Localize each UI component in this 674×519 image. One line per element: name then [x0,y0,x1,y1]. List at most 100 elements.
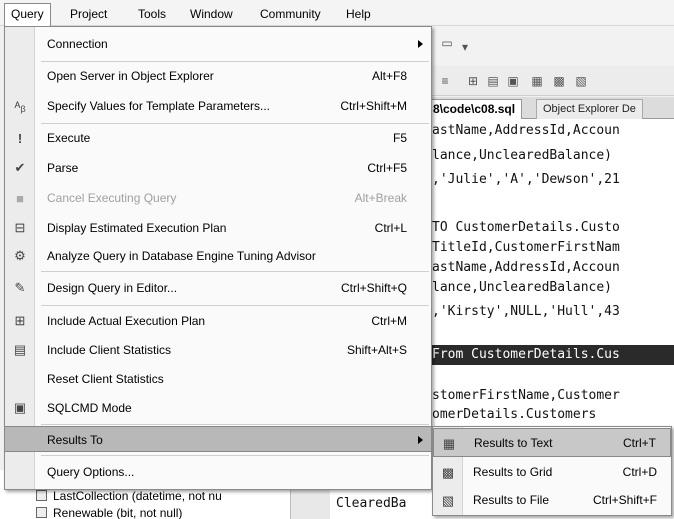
menu-separator [41,424,429,425]
menu-item-results-to-grid[interactable]: ▩ Results to Grid Ctrl+D [433,458,671,487]
menu-item-shortcut: Ctrl+F5 [367,161,407,175]
menu-item-results-to[interactable]: Results To [5,426,431,452]
results-grid-toolbar-icon[interactable]: ▩ [550,72,568,90]
menu-item-label: Display Estimated Execution Plan [47,221,227,235]
tab-object-explorer-details[interactable]: Object Explorer De [536,99,643,119]
menu-item-label: Reset Client Statistics [47,372,164,386]
menu-item-reset-client-statistics[interactable]: Reset Client Statistics [5,366,431,392]
toolbar-standard: ▭ ▾ [432,26,674,66]
menu-community[interactable]: Community [254,4,327,24]
submenu-arrow-icon [418,436,423,444]
execution-plan-icon: ⊟ [14,220,26,235]
code-line: lance,UnclearedBalance) [432,280,613,295]
code-line: ,'Julie','A','Dewson',21 [432,172,620,187]
toolbar-window-icon[interactable]: ▭ [438,34,456,52]
code-line: TO CustomerDetails.Custo [432,220,620,235]
menu-separator [41,455,429,456]
menu-item-sqlcmd-mode[interactable]: ▣ SQLCMD Mode [5,395,431,421]
menu-item-shortcut: Ctrl+Shift+M [340,99,407,113]
tree-item-label: Renewable (bit, not null) [53,506,183,519]
submenu-arrow-icon [418,40,423,48]
tuning-advisor-icon: ⚙ [14,248,26,263]
menu-item-display-estimated-plan[interactable]: ⊟ Display Estimated Execution Plan Ctrl+… [5,215,431,241]
parse-check-icon: ✔ [14,160,26,175]
menu-item-label: Execute [47,131,91,145]
menu-item-shortcut: F5 [392,131,407,145]
menu-item-label: Results to File [473,493,550,507]
menu-item-specify-template-values[interactable]: ᴬᵦ Specify Values for Template Parameter… [5,93,431,119]
code-line: ,'Kirsty',NULL,'Hull',43 [432,304,620,319]
menu-item-label: Specify Values for Template Parameters..… [47,99,270,113]
template-params-toolbar-icon[interactable]: ≡ [436,72,454,90]
toolbar-sql-editor: ≡ ⊞ ▤ ▣ ▦ ▩ ▧ [432,66,674,96]
template-params-icon: ᴬᵦ [14,98,26,114]
menu-item-label: SQLCMD Mode [47,401,132,415]
menu-item-connection[interactable]: Connection [5,31,431,57]
menu-item-label: Include Client Statistics [47,343,172,357]
results-text-toolbar-icon[interactable]: ▦ [528,72,546,90]
menu-item-include-actual-plan[interactable]: ⊞ Include Actual Execution Plan Ctrl+M [5,308,431,334]
code-line: lance,UnclearedBalance) [432,148,613,163]
menu-tools[interactable]: Tools [132,4,172,24]
execute-icon: ! [17,130,23,146]
results-to-submenu: ▦ Results to Text Ctrl+T ▩ Results to Gr… [432,426,672,516]
code-line: astName,AddressId,Accoun [432,260,620,275]
menu-project[interactable]: Project [64,4,113,24]
menu-window[interactable]: Window [184,4,239,24]
menu-item-shortcut: Ctrl+Shift+Q [340,281,407,295]
actual-plan-icon: ⊞ [14,313,26,328]
stop-icon: ■ [16,190,24,206]
menu-item-analyze-tuning-advisor[interactable]: ⚙ Analyze Query in Database Engine Tunin… [5,243,431,269]
menu-item-execute[interactable]: ! Execute F5 [5,125,431,151]
menu-item-label: Parse [47,161,79,175]
menu-item-include-client-statistics[interactable]: ▤ Include Client Statistics Shift+Alt+S [5,337,431,363]
menu-item-shortcut: Ctrl+M [371,314,407,328]
tab-c08-sql[interactable]: 8\code\c08.sql [426,99,523,119]
query-menu-dropdown: Connection Open Server in Object Explore… [4,26,432,490]
sqlcmd-toolbar-icon[interactable]: ▣ [504,72,522,90]
column-icon [36,507,47,518]
menu-item-parse[interactable]: ✔ Parse Ctrl+F5 [5,155,431,181]
column-icon [36,490,47,501]
menu-item-label: Cancel Executing Query [47,191,177,205]
menu-item-open-server-object-explorer[interactable]: Open Server in Object Explorer Alt+F8 [5,63,431,89]
menu-separator [41,61,429,62]
tree-item-label: LastCollection (datetime, not nu [53,489,222,503]
menu-item-query-options[interactable]: Query Options... [5,459,431,485]
client-stats-icon: ▤ [13,342,27,357]
toolbar-dropdown-icon[interactable]: ▾ [456,38,474,56]
code-line: TitleId,CustomerFirstNam [432,240,620,255]
menu-help[interactable]: Help [340,4,377,24]
menu-separator [41,123,429,124]
menu-item-shortcut: Alt+F8 [371,69,407,83]
menu-item-shortcut: Alt+Break [354,191,407,205]
tree-item[interactable]: LastCollection (datetime, not nu [36,488,222,504]
tree-item[interactable]: Renewable (bit, not null) [36,505,182,519]
menu-item-label: Results to Text [474,436,553,450]
menu-item-results-to-file[interactable]: ▧ Results to File Ctrl+Shift+F [433,486,671,515]
menu-item-shortcut: Ctrl+L [374,221,407,235]
menu-item-shortcut: Ctrl+Shift+F [592,493,657,507]
menu-query[interactable]: Query [4,3,51,26]
menu-item-label: Results To [47,433,103,447]
results-file-toolbar-icon[interactable]: ▧ [572,72,590,90]
actual-plan-toolbar-icon[interactable]: ⊞ [464,72,482,90]
document-tabs: 8\code\c08.sql Object Explorer De [426,97,674,119]
menu-item-cancel-executing-query: ■ Cancel Executing Query Alt+Break [5,185,431,211]
design-query-icon: ✎ [14,280,26,295]
code-line-selected: From CustomerDetails.Cus [432,345,674,365]
client-stats-toolbar-icon[interactable]: ▤ [484,72,502,90]
results-text-icon: ▦ [442,435,456,451]
menu-item-label: Results to Grid [473,465,553,479]
menu-bar: Query Project Tools Window Community Hel… [0,0,674,26]
menu-item-label: Connection [47,37,108,51]
menu-separator [41,305,429,306]
sqlcmd-icon: ▣ [13,400,27,415]
menu-item-shortcut: Ctrl+D [622,465,657,479]
code-line: stomerFirstName,Customer [432,388,620,403]
code-line: astName,AddressId,Accoun [432,123,620,138]
menu-item-results-to-text[interactable]: ▦ Results to Text Ctrl+T [433,428,671,457]
menu-item-shortcut: Shift+Alt+S [346,343,407,357]
menu-item-shortcut: Ctrl+T [623,436,656,450]
menu-item-design-query[interactable]: ✎ Design Query in Editor... Ctrl+Shift+Q [5,275,431,301]
